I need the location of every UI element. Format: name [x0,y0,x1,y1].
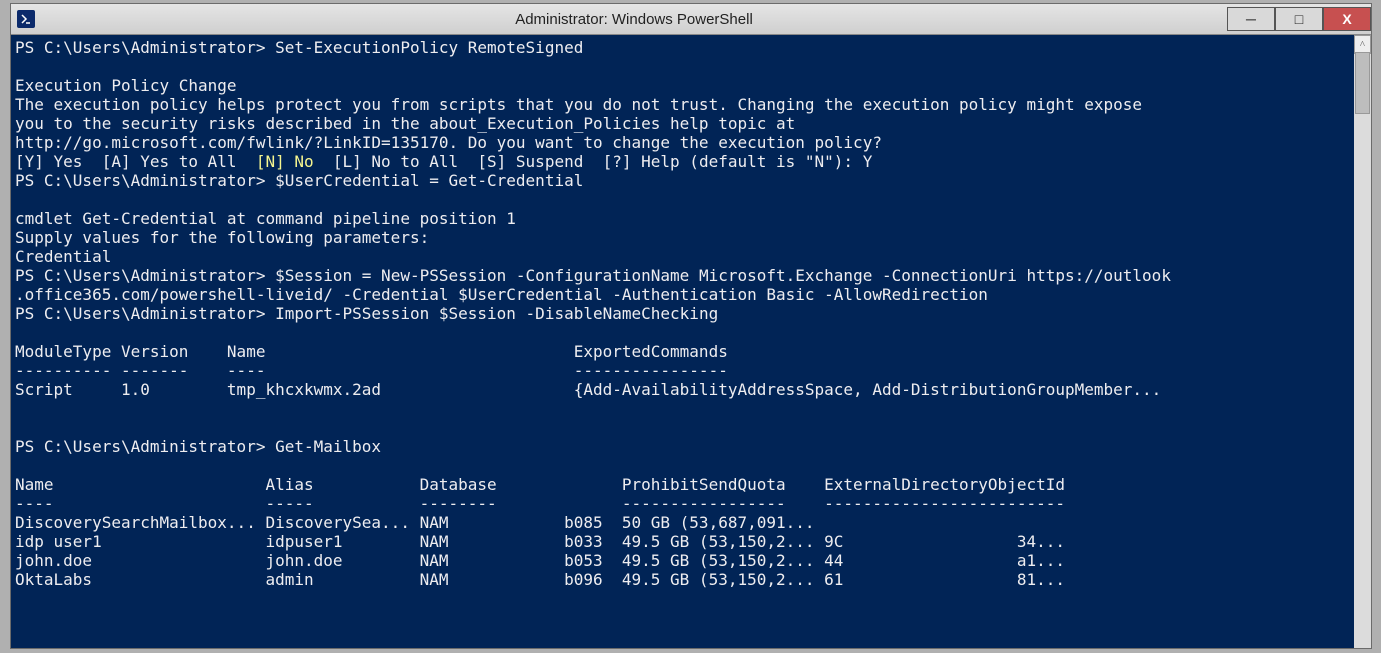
command-text: Get-Mailbox [275,437,381,456]
prompt: PS C:\Users\Administrator> [15,171,275,190]
mailbox-table-row: idp user1 idpuser1 NAM b033 49.5 GB (53,… [15,532,1065,551]
module-table-header: ModuleType Version Name ExportedCommands [15,342,728,361]
module-table-separator: ---------- ------- ---- ---------------- [15,361,728,380]
close-button[interactable]: X [1323,7,1371,31]
command-text: Import-PSSession $Session -DisableNameCh… [275,304,718,323]
credential-prompt: cmdlet Get-Credential at command pipelin… [15,209,516,228]
prompt: PS C:\Users\Administrator> [15,437,275,456]
policy-change-body: The execution policy helps protect you f… [15,95,1142,114]
choice-prompt-pre: [Y] Yes [A] Yes to All [15,152,256,171]
minimize-button[interactable]: ─ [1227,7,1275,31]
module-table-row: Script 1.0 tmp_khcxkwmx.2ad {Add-Availab… [15,380,1161,399]
command-text: Set-ExecutionPolicy RemoteSigned [275,38,583,57]
powershell-icon [17,10,35,28]
mailbox-table-row: OktaLabs admin NAM b096 49.5 GB (53,150,… [15,570,1065,589]
command-continuation: .office365.com/powershell-liveid/ -Crede… [15,285,988,304]
prompt: PS C:\Users\Administrator> [15,266,275,285]
console-wrap: PS C:\Users\Administrator> Set-Execution… [11,35,1371,648]
choice-prompt-post: [L] No to All [S] Suspend [?] Help (defa… [314,152,873,171]
scroll-thumb[interactable] [1355,52,1370,114]
maximize-button[interactable]: □ [1275,7,1323,31]
command-text: $UserCredential = Get-Credential [275,171,583,190]
vertical-scrollbar[interactable]: ˄ [1354,35,1371,648]
prompt: PS C:\Users\Administrator> [15,38,275,57]
title-bar[interactable]: Administrator: Windows PowerShell ─ □ X [11,4,1371,35]
policy-change-body: http://go.microsoft.com/fwlink/?LinkID=1… [15,133,882,152]
window-controls: ─ □ X [1227,7,1371,31]
prompt: PS C:\Users\Administrator> [15,304,275,323]
mailbox-table-row: john.doe john.doe NAM b053 49.5 GB (53,1… [15,551,1065,570]
command-text: $Session = New-PSSession -ConfigurationN… [275,266,1171,285]
policy-change-title: Execution Policy Change [15,76,237,95]
policy-change-body: you to the security risks described in t… [15,114,795,133]
console-output[interactable]: PS C:\Users\Administrator> Set-Execution… [11,35,1354,648]
credential-prompt: Credential [15,247,111,266]
powershell-window: Administrator: Windows PowerShell ─ □ X … [10,3,1372,649]
mailbox-table-header: Name Alias Database ProhibitSendQuota Ex… [15,475,1065,494]
choice-default: [N] No [256,152,314,171]
window-title: Administrator: Windows PowerShell [41,10,1227,29]
credential-prompt: Supply values for the following paramete… [15,228,429,247]
mailbox-table-separator: ---- ----- -------- ----------------- --… [15,494,1065,513]
mailbox-table-row: DiscoverySearchMailbox... DiscoverySea..… [15,513,815,532]
